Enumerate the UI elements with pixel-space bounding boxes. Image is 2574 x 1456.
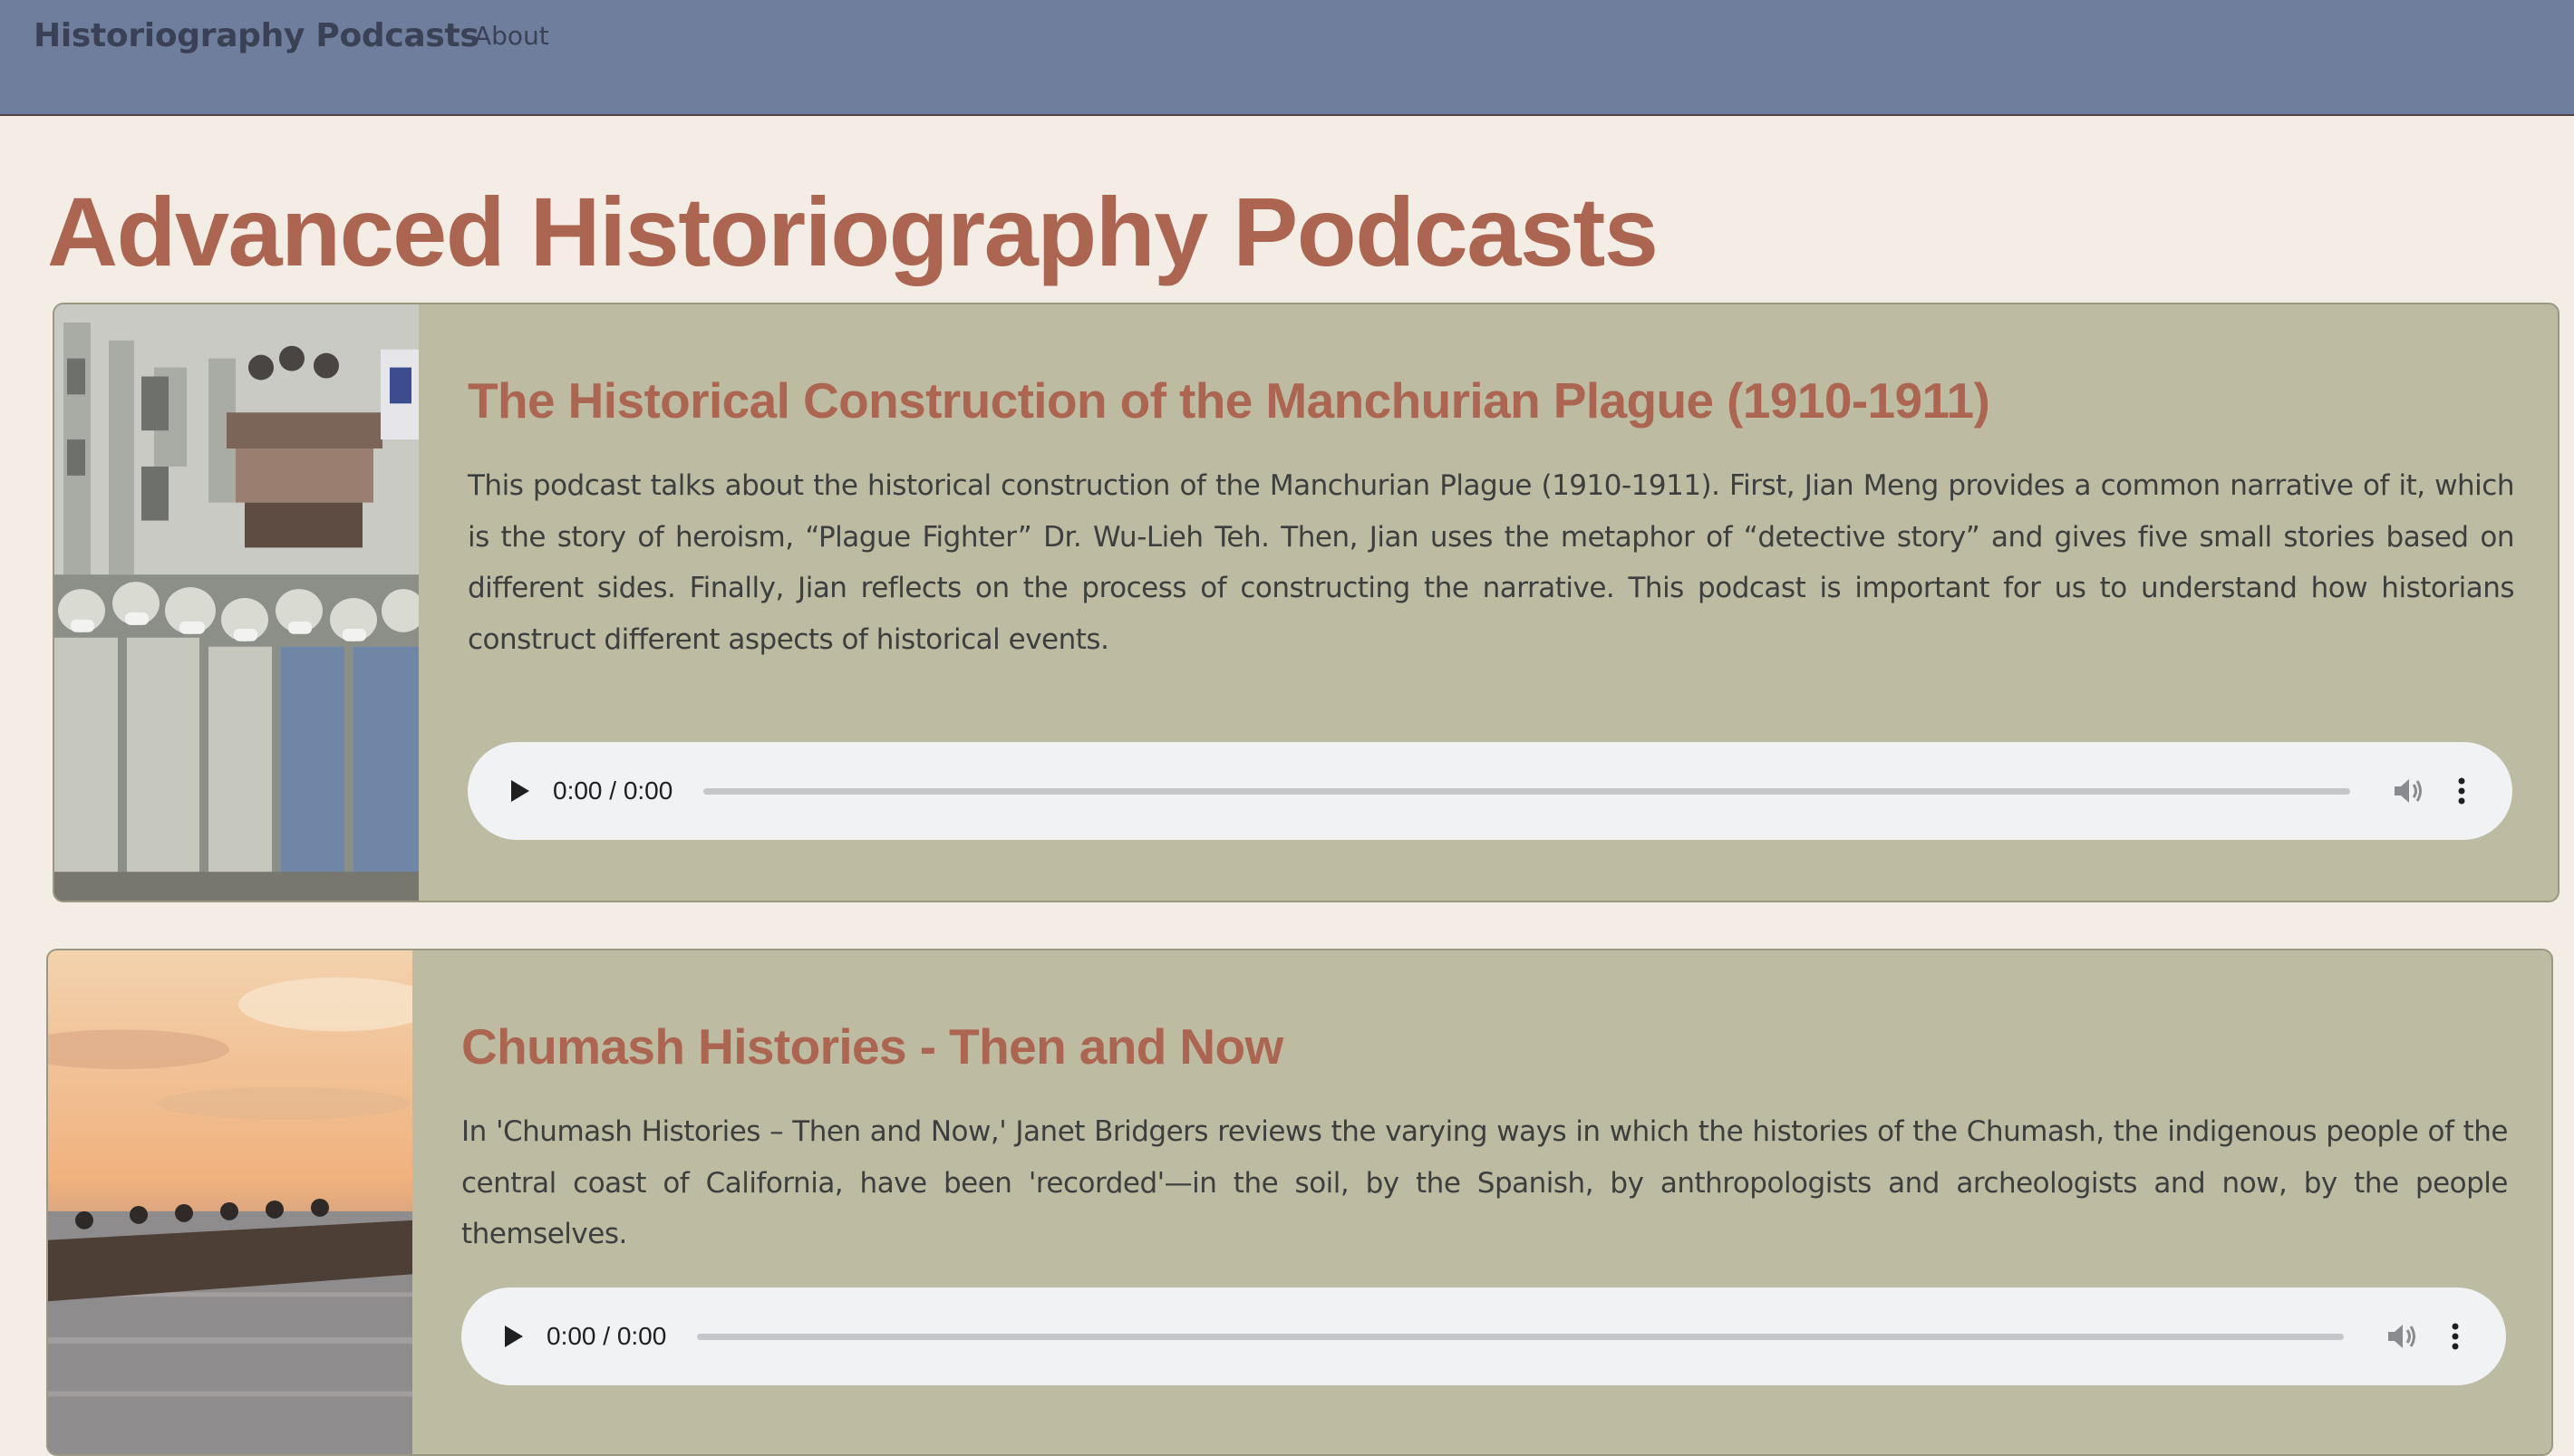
nav-link-about[interactable]: About [474, 13, 549, 60]
audio-time: 0:00 / 0:00 [547, 1322, 667, 1350]
more-vertical-icon[interactable] [2449, 775, 2474, 807]
podcast-thumbnail-chumash [48, 950, 412, 1454]
play-icon[interactable] [496, 1320, 528, 1353]
podcast-card: Chumash Histories - Then and Now In 'Chu… [46, 949, 2553, 1456]
top-navbar: Historiography Podcasts About [0, 0, 2574, 116]
podcast-card: The Historical Construction of the Manch… [53, 303, 2559, 902]
audio-seek-bar[interactable] [697, 1334, 2344, 1340]
podcast-title[interactable]: The Historical Construction of the Manch… [468, 368, 1990, 433]
play-icon[interactable] [502, 775, 535, 807]
podcast-thumbnail-plague [54, 304, 419, 901]
podcast-description: This podcast talks about the historical … [468, 469, 2515, 656]
brand-link[interactable]: Historiography Podcasts [34, 11, 479, 62]
volume-icon[interactable] [2391, 775, 2425, 807]
audio-player[interactable]: 0:00 / 0:00 [468, 742, 2512, 840]
volume-icon[interactable] [2385, 1320, 2419, 1353]
more-vertical-icon[interactable] [2443, 1320, 2468, 1353]
canoe-sunset-image [48, 950, 412, 1454]
page-title: Advanced Historiography Podcasts [47, 177, 1659, 286]
audio-time: 0:00 / 0:00 [553, 776, 673, 805]
podcast-description: In 'Chumash Histories – Then and Now,' J… [461, 1115, 2509, 1250]
audio-player[interactable]: 0:00 / 0:00 [461, 1287, 2506, 1385]
audio-seek-bar[interactable] [703, 788, 2350, 795]
podcast-title[interactable]: Chumash Histories - Then and Now [461, 1014, 1283, 1079]
plague-photo-image [54, 304, 419, 901]
